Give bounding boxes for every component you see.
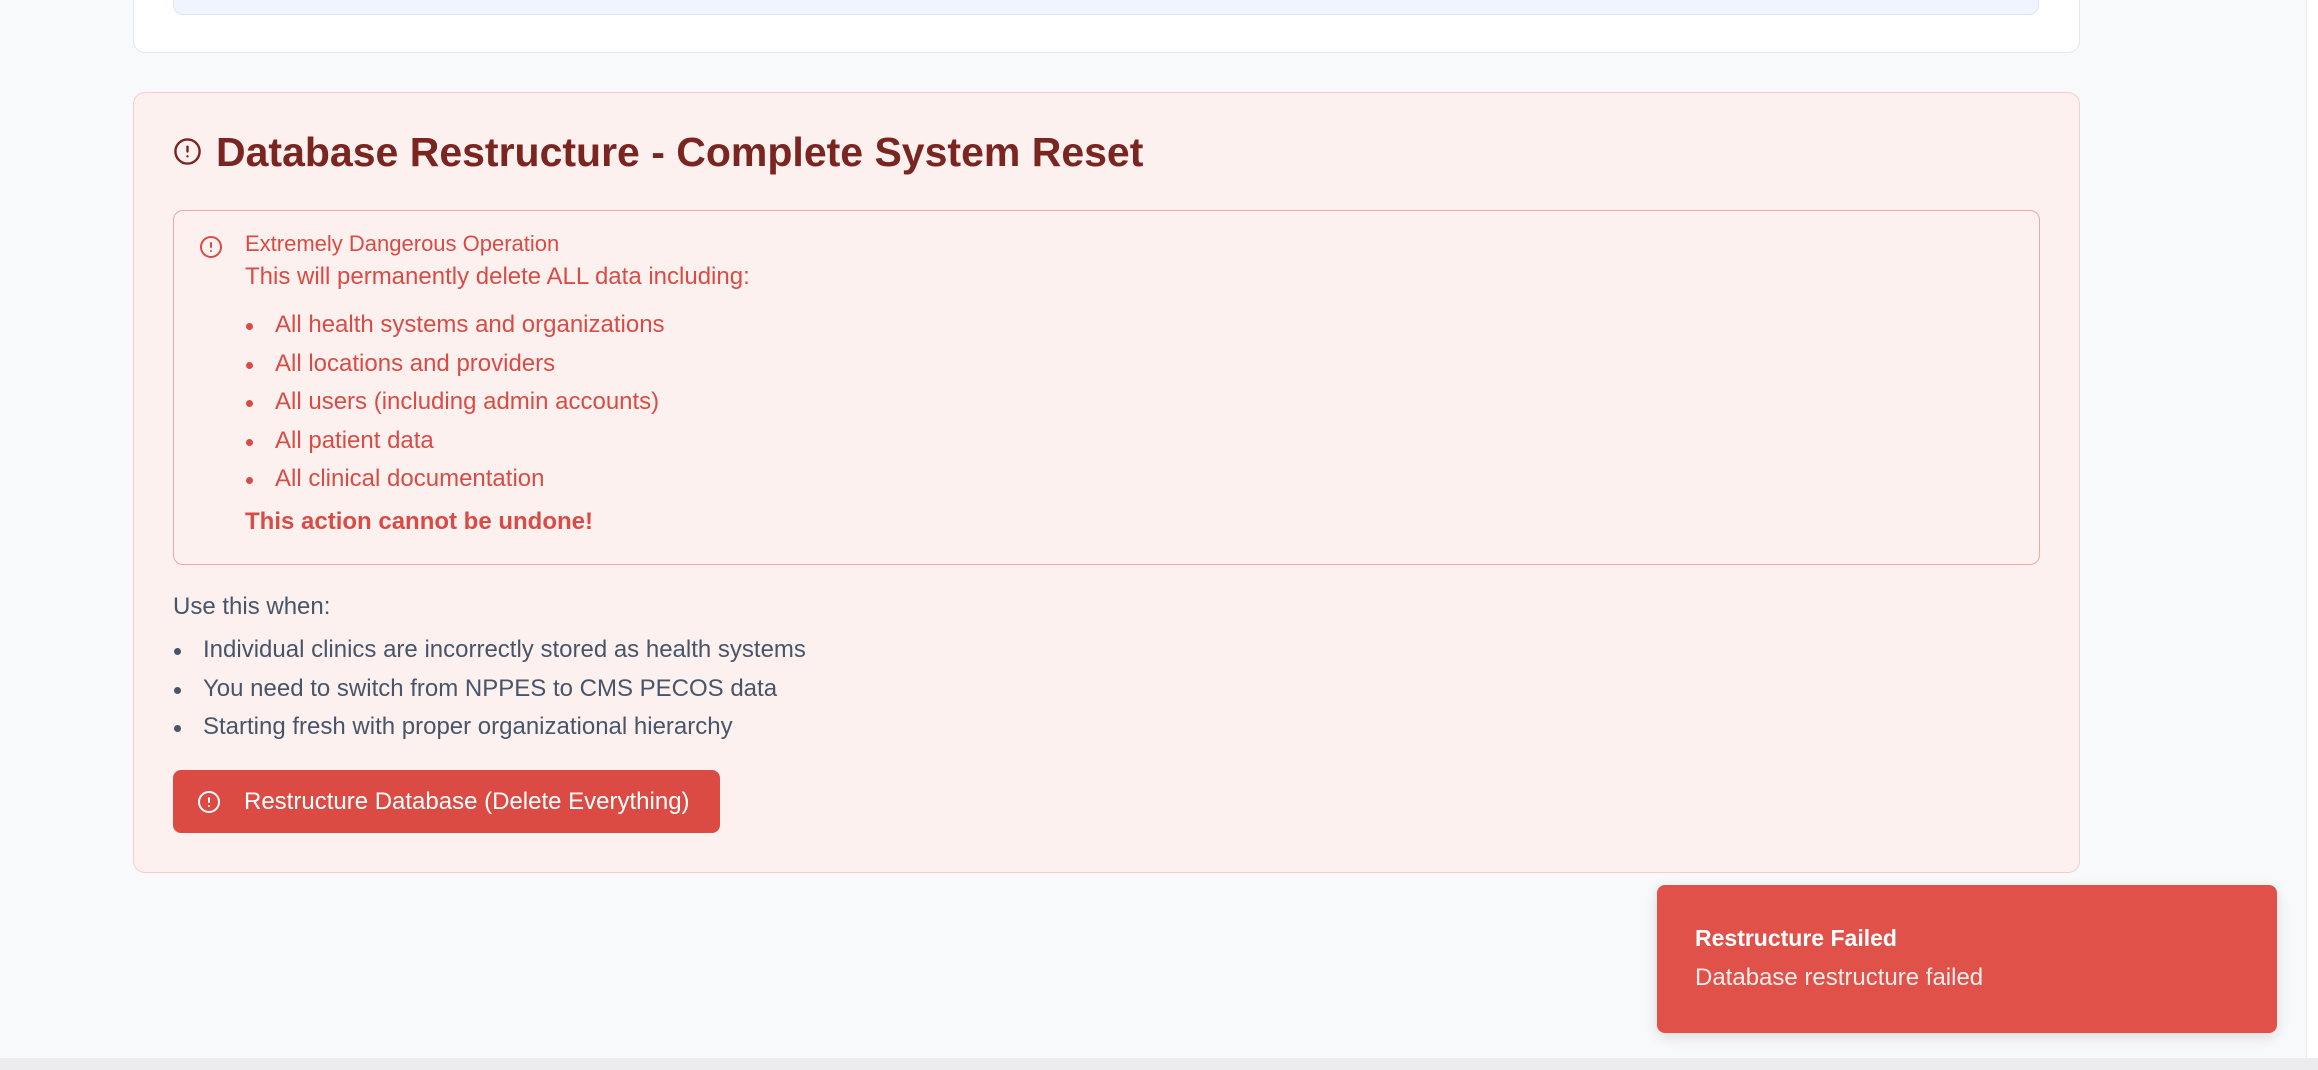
list-item: All health systems and organizations [245,306,665,345]
horizontal-scrollbar[interactable] [0,1058,2318,1070]
restructure-database-button[interactable]: Restructure Database (Delete Everything) [173,770,720,833]
error-toast[interactable]: Restructure Failed Database restructure … [1657,885,2277,1033]
list-item: Individual clinics are incorrectly store… [173,631,806,670]
toast-title: Restructure Failed [1695,925,1897,951]
list-item: Starting fresh with proper organizationa… [173,708,806,747]
list-item: All patient data [245,422,665,461]
database-restructure-card: Database Restructure - Complete System R… [133,92,2080,873]
card-title-text: Database Restructure - Complete System R… [216,129,1144,175]
use-when-heading: Use this when: [173,593,331,620]
vertical-scrollbar[interactable] [2306,0,2318,1058]
previous-card-info-box [173,0,2039,15]
alert-intro: This will permanently delete ALL data in… [245,263,750,290]
alert-circle-icon [199,235,223,264]
button-label: Restructure Database (Delete Everything) [244,787,690,815]
list-item: All locations and providers [245,345,665,384]
use-when-list: Individual clinics are incorrectly store… [173,631,806,747]
card-title: Database Restructure - Complete System R… [173,129,1143,176]
toast-description: Database restructure failed [1695,964,1984,991]
list-item: All clinical documentation [245,460,665,499]
deleted-data-list: All health systems and organizations All… [245,306,665,499]
alert-title: Extremely Dangerous Operation [245,231,560,256]
alert-circle-icon [197,790,221,814]
list-item: All users (including admin accounts) [245,383,665,422]
previous-card [133,0,2080,53]
danger-alert: Extremely Dangerous Operation This will … [173,210,2040,565]
irreversible-warning: This action cannot be undone! [245,508,593,535]
list-item: You need to switch from NPPES to CMS PEC… [173,670,806,709]
alert-circle-icon [173,129,202,176]
